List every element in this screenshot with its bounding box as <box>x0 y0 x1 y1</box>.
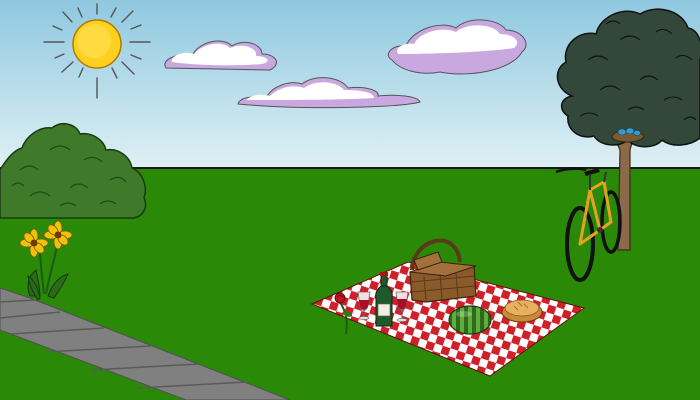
picnic-scene <box>0 0 700 400</box>
scene-canvas <box>0 0 700 400</box>
watermelon-icon[interactable] <box>448 305 492 335</box>
pie-icon[interactable] <box>501 299 543 323</box>
